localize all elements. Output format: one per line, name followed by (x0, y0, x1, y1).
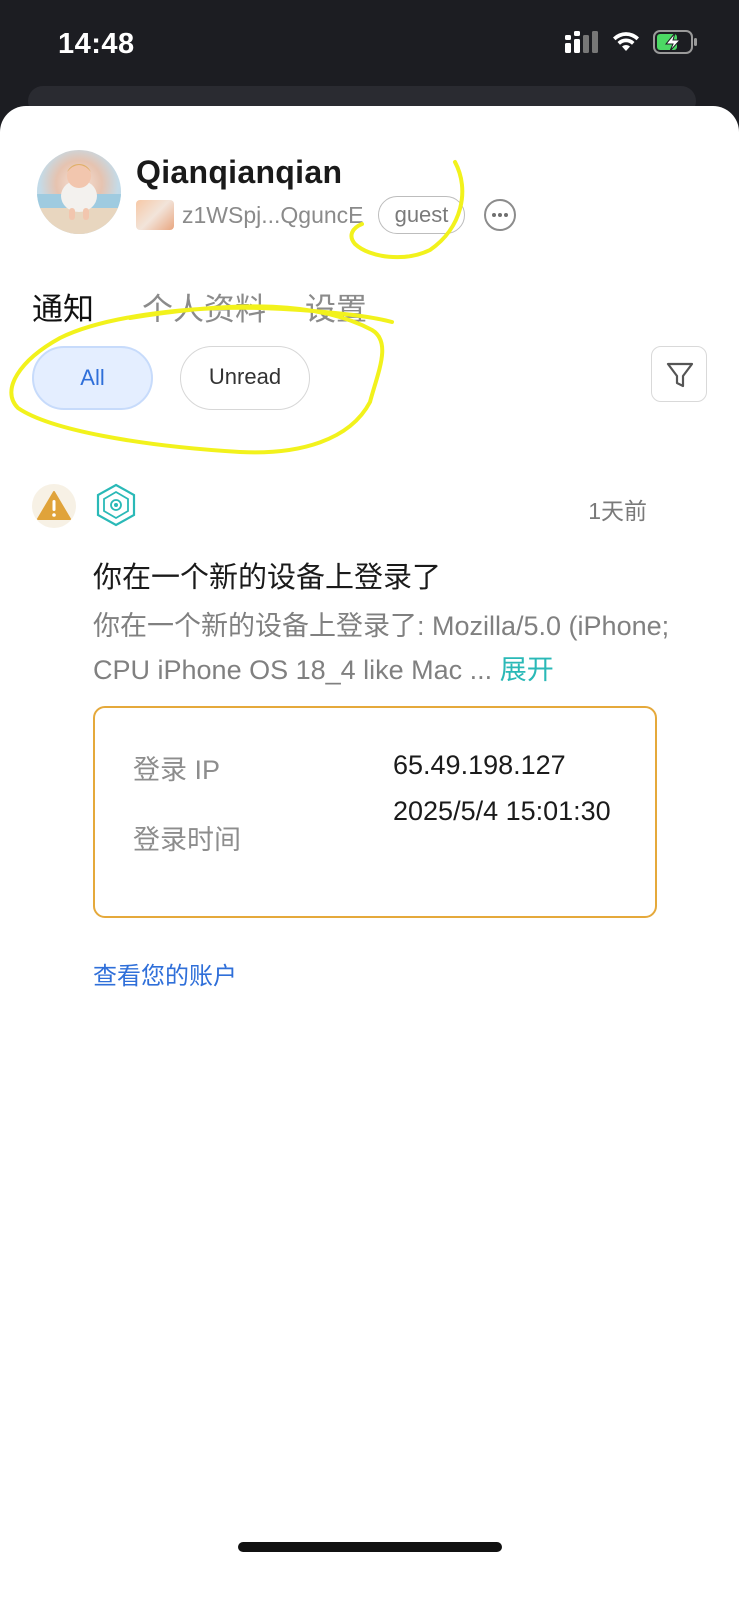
wifi-icon (613, 32, 639, 51)
tab-notifications[interactable]: 通知 (32, 284, 94, 329)
notification-title: 你在一个新的设备上登录了 (93, 562, 442, 594)
hexagon-gear-icon (96, 483, 136, 527)
warning-icon (32, 484, 76, 528)
login-ip-value: 65.49.198.127 (393, 750, 566, 780)
notification-sheet: Qianqianqian z1WSpj...QguncE guest 通知 个人… (0, 106, 739, 1600)
battery-charging-icon (653, 30, 697, 54)
notification-body: 你在一个新的设备上登录了: Mozilla/5.0 (iPhone; CPU i… (93, 604, 683, 692)
login-time-value: 2025/5/4 15:01:30 (393, 796, 611, 826)
avatar[interactable] (37, 150, 121, 234)
login-details-card: 登录 IP 65.49.198.127 登录时间 2025/5/4 15:01:… (93, 706, 657, 918)
role-badge: guest (378, 196, 465, 234)
filter-icon (666, 362, 694, 388)
status-bar: 14:48 (0, 0, 739, 100)
filter-chip-unread[interactable]: Unread (180, 346, 310, 410)
status-time: 14:48 (58, 28, 135, 60)
expand-link[interactable]: 展开 (500, 655, 554, 685)
signal-icon (565, 31, 598, 53)
filter-chip-all[interactable]: All (32, 346, 153, 410)
tab-profile[interactable]: 个人资料 (142, 284, 266, 329)
notification-body-text: 你在一个新的设备上登录了: Mozilla/5.0 (iPhone; CPU i… (93, 611, 670, 685)
username: Qianqianqian (136, 154, 343, 190)
wallet-address[interactable]: z1WSpj...QguncE (182, 202, 364, 229)
tab-settings[interactable]: 设置 (305, 284, 367, 329)
login-ip-label: 登录 IP (133, 755, 221, 785)
view-account-link[interactable]: 查看您的账户 (93, 956, 237, 991)
avatar-image (37, 164, 121, 234)
filter-button[interactable] (651, 346, 707, 402)
wallet-thumbnail (136, 200, 174, 230)
home-indicator (238, 1542, 502, 1552)
status-icons (565, 30, 699, 54)
more-icon[interactable] (484, 199, 516, 231)
notification-time: 1天前 (588, 498, 647, 524)
login-time-label: 登录时间 (133, 825, 241, 855)
